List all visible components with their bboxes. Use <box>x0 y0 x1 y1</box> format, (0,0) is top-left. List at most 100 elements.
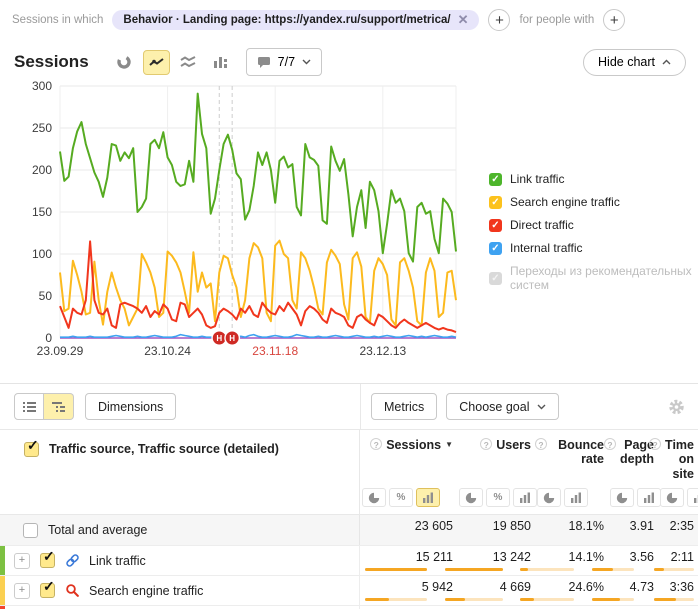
table-body: Total and average23 60519 85018.1%3.912:… <box>0 515 698 609</box>
metric-header-text: Time on site <box>665 438 694 481</box>
row-metrics-cells: 23 60519 85018.1%3.912:35 <box>359 515 698 545</box>
metrics-button[interactable]: Metrics <box>371 393 437 420</box>
row-color-strip <box>0 546 5 575</box>
check-icon: ✓ <box>27 437 39 454</box>
select-all-checkbox[interactable]: ✓ <box>24 442 39 457</box>
legend-item-1[interactable]: ✓Search engine traffic <box>489 195 698 209</box>
bar-toggle-icon[interactable] <box>416 488 440 507</box>
bar-toggle-icon[interactable] <box>564 488 588 507</box>
hide-chart-button[interactable]: Hide chart <box>583 49 686 76</box>
row-checkbox[interactable]: ✓ <box>40 583 55 598</box>
row-checkbox[interactable]: ✓ <box>40 553 55 568</box>
chart-annotation-h-marker[interactable]: H <box>225 331 239 345</box>
metric-cell: 2:11 <box>658 546 698 575</box>
row-dimension-cell: + ✓ Link traffic <box>0 546 359 575</box>
line-chart-type-icon[interactable] <box>143 50 170 75</box>
column-chart-type-icon[interactable] <box>207 50 234 75</box>
metric-info-icon[interactable]: ? <box>604 438 616 450</box>
line-icon <box>148 55 165 69</box>
add-session-filter-button[interactable]: + <box>488 9 510 31</box>
metric-info-icon[interactable]: ? <box>480 438 492 450</box>
sessions-line-chart: 05010015020025030023.09.2923.10.2423.11.… <box>22 80 464 364</box>
metric-header-label[interactable]: ?Page depth <box>604 438 654 467</box>
dimension-header-label[interactable]: Traffic source, Traffic source (detailed… <box>49 442 279 456</box>
metric-column-header-bounce-rate: ?Bounce rate <box>535 430 608 514</box>
comment-bubble-icon <box>257 56 271 69</box>
metric-cell: 5 942 <box>360 576 457 605</box>
metric-column-header-sessions: ?Sessions▼% <box>360 430 457 514</box>
metric-display-toggles: % <box>459 481 537 507</box>
table-header-metrics: ?Sessions▼%?Users%?Bounce rate?Page dept… <box>359 430 698 514</box>
check-icon: ✓ <box>43 578 55 595</box>
row-dimension-cell: + ✓ Search engine traffic <box>0 576 359 605</box>
expand-row-button[interactable]: + <box>14 583 30 599</box>
choose-goal-label: Choose goal <box>459 400 529 414</box>
bar-toggle-icon[interactable] <box>687 488 698 507</box>
metric-header-label[interactable]: ? Time on site <box>649 438 694 481</box>
expand-row-button[interactable]: + <box>14 553 30 569</box>
metric-bar-track <box>445 598 503 601</box>
list-icon <box>22 401 37 413</box>
legend-item-3[interactable]: ✓Internal traffic <box>489 241 698 255</box>
pie-toggle-icon[interactable] <box>459 488 483 507</box>
metric-column-header-time-on-site: ?Time on site <box>658 430 698 514</box>
metric-cell: 15 211 <box>360 546 457 575</box>
pie-toggle-icon[interactable] <box>362 488 386 507</box>
metric-value: 5 942 <box>422 580 453 594</box>
metric-header-label[interactable]: ?Bounce rate <box>535 438 604 467</box>
pie-toggle-icon[interactable] <box>610 488 634 507</box>
legend-label: Internal traffic <box>510 241 582 255</box>
metric-bar-track <box>592 568 634 571</box>
segment-filter-chip-text: Behavior · Landing page: https://yandex.… <box>123 14 450 26</box>
percent-toggle-icon[interactable]: % <box>389 488 413 507</box>
bar-toggle-icon[interactable] <box>513 488 537 507</box>
view-mode-switcher <box>14 393 74 420</box>
row-label: Total and average <box>48 523 147 537</box>
metric-value: 14.1% <box>569 550 604 564</box>
legend-item-4[interactable]: ✓Переходы из рекомендательных систем <box>489 264 698 292</box>
y-axis-tick-label: 300 <box>32 80 52 93</box>
dimensions-button[interactable]: Dimensions <box>85 393 176 420</box>
metric-bar-fill <box>592 598 620 601</box>
chart-legend: ✓Link traffic ✓Search engine traffic ✓Dire… <box>489 172 698 301</box>
segments-dropdown[interactable]: 7/7 <box>246 48 322 76</box>
gear-icon <box>668 398 685 415</box>
legend-item-0[interactable]: ✓Link traffic <box>489 172 698 186</box>
donut-icon <box>116 54 132 70</box>
flat-list-view-icon[interactable] <box>14 393 44 420</box>
yandex-metrica-report: Sessions in which Behavior · Landing pag… <box>0 0 698 609</box>
metric-bar-track <box>654 598 694 601</box>
chevron-down-icon <box>302 59 311 65</box>
metric-header-label[interactable]: ?Sessions▼ <box>370 438 453 452</box>
metric-column-header-users: ?Users% <box>457 430 535 514</box>
metric-cell: 18.1% <box>535 515 608 545</box>
add-people-filter-button[interactable]: + <box>603 9 625 31</box>
row-label[interactable]: Link traffic <box>89 554 146 568</box>
percent-toggle-icon[interactable]: % <box>486 488 510 507</box>
pie-chart-type-icon[interactable] <box>111 50 138 75</box>
legend-checkbox-icon: ✓ <box>489 196 502 209</box>
pie-toggle-icon[interactable] <box>537 488 561 507</box>
remove-filter-icon[interactable]: ✕ <box>458 15 469 25</box>
stacked-area-chart-type-icon[interactable] <box>175 50 202 75</box>
metric-display-toggles <box>537 481 588 507</box>
table-settings-gear-icon[interactable] <box>668 398 685 415</box>
legend-item-2[interactable]: ✓Direct traffic <box>489 218 698 232</box>
row-label[interactable]: Search engine traffic <box>89 584 203 598</box>
chart-zone: 05010015020025030023.09.2923.10.2423.11.… <box>0 76 698 383</box>
chart-header: Sessions <box>14 48 686 76</box>
metric-info-icon[interactable]: ? <box>535 438 547 450</box>
pie-toggle-icon[interactable] <box>660 488 684 507</box>
choose-goal-dropdown[interactable]: Choose goal <box>446 393 559 420</box>
metric-value: 3.91 <box>630 519 654 533</box>
metric-info-icon[interactable]: ? <box>370 438 382 450</box>
legend-checkbox-icon: ✓ <box>489 219 502 232</box>
row-checkbox[interactable] <box>23 523 38 538</box>
tree-view-icon[interactable] <box>44 393 74 420</box>
row-dimension-cell: Total and average <box>0 515 359 545</box>
metric-info-icon[interactable]: ? <box>649 438 661 450</box>
sessions-filter-label: Sessions in which <box>12 14 103 26</box>
metric-value: 18.1% <box>569 519 604 533</box>
segment-filter-chip[interactable]: Behavior · Landing page: https://yandex.… <box>112 10 479 30</box>
metric-header-label[interactable]: ?Users <box>480 438 531 452</box>
